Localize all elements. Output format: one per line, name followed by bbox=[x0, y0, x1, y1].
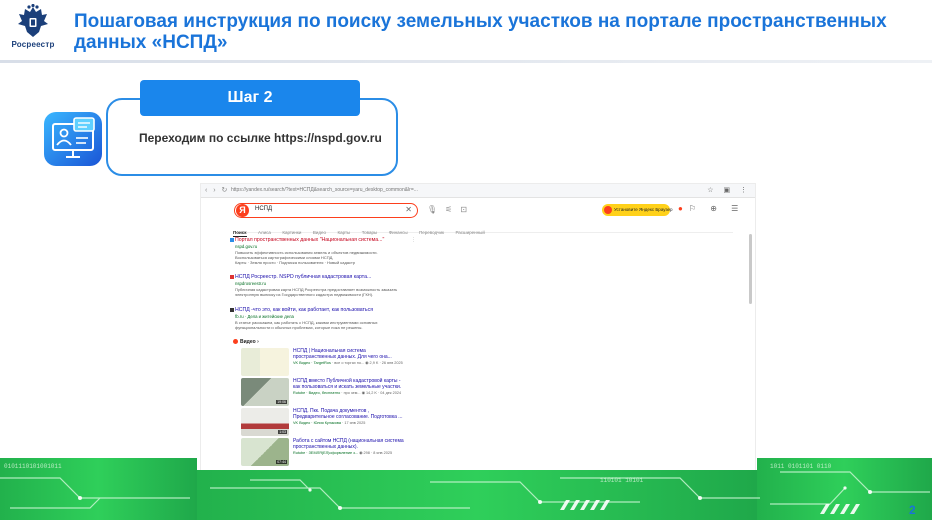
video-thumbnail[interactable]: 19:06 bbox=[241, 378, 289, 406]
more-icon[interactable]: ⋮ bbox=[411, 237, 416, 243]
yandex-browser-icon bbox=[604, 206, 612, 214]
video-source[interactable]: VK Видео · Юлия Кулакова bbox=[293, 421, 341, 425]
search-tabs: Поиск Алиса Картинки Видео Карты Товары … bbox=[233, 221, 733, 237]
install-browser-label: Установите Яндекс Браузер bbox=[614, 207, 673, 212]
video-result[interactable]: 19:06 НСПД вместо Публичной кадастровой … bbox=[241, 378, 441, 408]
video-meta: · 17 янв 2025 bbox=[342, 421, 366, 425]
video-duration: 19:06 bbox=[276, 400, 287, 404]
video-heading-label: Видео bbox=[240, 339, 256, 345]
circuit-footer-decoration: 0101110101001011 1011 0101101 0110 11010… bbox=[0, 458, 932, 520]
browser-screenshot: ‹ › ↻ https://yandex.ru/search/?text=НСП… bbox=[200, 183, 756, 473]
header-divider bbox=[0, 60, 932, 63]
search-result[interactable]: Портал пространственных данных "Национал… bbox=[230, 237, 455, 265]
browser-tools-icon[interactable]: ☆ ▣ ⋮ bbox=[707, 186, 751, 194]
step-instruction: Переходим по ссылке https://nspd.gov.ru bbox=[139, 131, 382, 145]
site-favicon-icon bbox=[230, 275, 234, 279]
tab-goods[interactable]: Товары bbox=[362, 230, 377, 235]
video-meta: ◉ 298 · 8 янв 2025 bbox=[359, 451, 393, 455]
result-desc: электронную выписку из Государственного … bbox=[235, 291, 374, 297]
clear-icon[interactable]: ✕ bbox=[405, 205, 412, 214]
step-badge: Шаг 2 bbox=[140, 80, 360, 116]
video-result[interactable]: 1:03 НСПД. Пкк. Подача документов , Пред… bbox=[241, 408, 441, 438]
yandex-logo-icon[interactable]: Я bbox=[236, 204, 249, 217]
slide-header: Росреестр Пошаговая инструкция по поиску… bbox=[0, 0, 932, 60]
site-favicon-icon bbox=[230, 238, 234, 242]
tab-video[interactable]: Видео bbox=[313, 230, 326, 235]
result-desc: функциональности и обычных проблемах, ко… bbox=[235, 324, 363, 330]
yandex-search-row: НСПД ✕ Я 🎙⚟⊡ Установите Яндекс Браузер ●… bbox=[201, 199, 755, 221]
tab-maps[interactable]: Карты bbox=[337, 230, 350, 235]
install-browser-button[interactable]: Установите Яндекс Браузер bbox=[602, 204, 673, 216]
tab-images[interactable]: Картинки bbox=[282, 230, 301, 235]
address-url: https://yandex.ru/search/?text=НСПД&sear… bbox=[231, 187, 418, 193]
search-result[interactable]: НСПД -что это, как войти, как работает, … bbox=[230, 307, 455, 330]
tab-translate[interactable]: Переводчик bbox=[419, 230, 444, 235]
search-query: НСПД bbox=[255, 206, 273, 212]
video-source[interactable]: Rutube · Видео, бесплатно bbox=[293, 391, 340, 395]
video-thumbnail[interactable]: 1:03 bbox=[241, 408, 289, 436]
page-number: 2 bbox=[909, 503, 916, 517]
tab-advanced[interactable]: Расширенный bbox=[455, 230, 484, 235]
video-meta: · все о торгах по... ◉ 2,9 K · 26 янв 20… bbox=[331, 361, 403, 365]
video-duration: 1:03 bbox=[278, 430, 287, 434]
nav-arrows-icon[interactable]: ‹ › ↻ bbox=[205, 186, 229, 194]
result-links[interactable]: Карты · Земля просто · Подписка пользова… bbox=[235, 260, 455, 265]
eagle-emblem-icon bbox=[18, 4, 48, 37]
logo-text: Росреестр bbox=[11, 40, 55, 49]
monitor-profile-icon bbox=[40, 108, 106, 170]
video-source[interactable]: Rutube · ЗЕМЛЯ(ЕЛ)оформление з... bbox=[293, 451, 358, 455]
scrollbar[interactable] bbox=[749, 234, 752, 304]
search-input[interactable]: НСПД ✕ bbox=[234, 203, 418, 218]
search-tools-icon[interactable]: 🎙⚟⊡ bbox=[427, 205, 475, 214]
address-bar[interactable]: ‹ › ↻ https://yandex.ru/search/?text=НСП… bbox=[201, 184, 755, 198]
slide-title: Пошаговая инструкция по поиску земельных… bbox=[74, 11, 887, 53]
video-meta: · про зем... ◉ 14,2 K · 04 дек 2024 bbox=[341, 391, 402, 395]
video-result[interactable]: НСПД | Национальная система пространстве… bbox=[241, 348, 441, 378]
tab-alice[interactable]: Алиса bbox=[258, 230, 271, 235]
yandex-video-icon bbox=[233, 339, 238, 344]
svg-text:1011 0101101 0110: 1011 0101101 0110 bbox=[770, 463, 832, 470]
site-favicon-icon bbox=[230, 308, 234, 312]
account-icons[interactable]: ●⚐ ⊕ ☰ bbox=[678, 204, 744, 213]
svg-text:110101 10101: 110101 10101 bbox=[600, 477, 644, 484]
video-thumbnail[interactable] bbox=[241, 348, 289, 376]
svg-text:0101110101001011: 0101110101001011 bbox=[4, 463, 62, 470]
video-section-heading[interactable]: Видео › bbox=[233, 339, 259, 345]
rosreestr-logo: Росреестр bbox=[10, 4, 56, 56]
search-result[interactable]: НСПД Росреестр. NSPD публичная кадастров… bbox=[230, 274, 455, 297]
tab-search[interactable]: Поиск bbox=[233, 230, 247, 237]
video-source[interactable]: VK Видео · TargetRos bbox=[293, 361, 331, 365]
tab-finance[interactable]: Финансы bbox=[389, 230, 408, 235]
